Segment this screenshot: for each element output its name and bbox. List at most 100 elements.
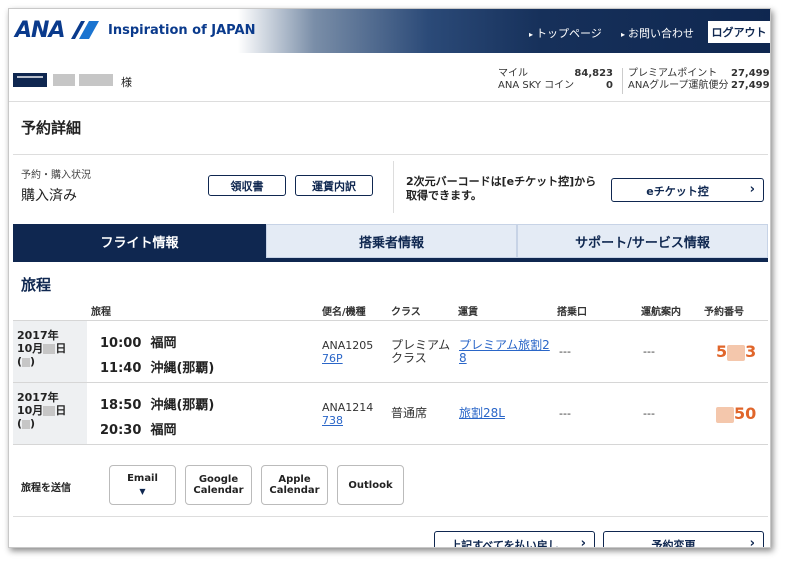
group-points-value: 27,499 [731,80,770,91]
reservation-number-part: 50 [734,404,757,423]
premium-points-label: プレミアムポイント [628,68,718,79]
flight-cell: ANA1214 738 [322,401,373,427]
arrival-airport: 沖縄(那覇) [150,361,215,376]
arrival-airport: 福岡 [150,423,177,438]
tab-flight-info[interactable]: フライト情報 [13,224,266,258]
arrival: 20:30 福岡 [100,419,176,438]
site-header: ANA Inspiration of JAPAN ▸ トップページ ▸ お問い合わせ… [9,9,770,53]
gate-value: --- [559,407,571,420]
class-value: 普通席 [391,406,428,420]
page-title: 予約詳細 [21,119,82,137]
contact-link-label: お問い合わせ [628,27,695,40]
col-header-reservation-number: 予約番号 [704,307,744,318]
flight-number: ANA1205 [322,339,374,352]
email-button-label: Email [127,473,158,484]
date-year: 2017年 [17,391,59,404]
arrow-right-icon: ▸ [621,30,626,39]
date-weekday: () [17,355,36,368]
divider [13,516,768,517]
change-reservation-button[interactable]: 予約変更 › [603,531,764,547]
refund-all-label: 上記すべてを払い戻し [450,539,559,548]
class-line2: クラス [391,351,427,365]
date-year: 2017年 [17,329,59,342]
fare-line2: 8 [459,351,467,365]
redacted-reservation [716,406,734,423]
receipt-button[interactable]: 領収書 [208,175,286,196]
tab-passenger-info[interactable]: 搭乗者情報 [266,224,517,258]
chevron-right-icon: › [749,182,755,197]
premium-points-value: 27,499 [731,68,770,79]
fare-link[interactable]: プレミアム旅割2 8 [459,339,550,365]
contact-link[interactable]: ▸ お問い合わせ [621,25,694,41]
outlook-button-label: Outlook [348,479,393,491]
redacted-day [43,344,56,354]
date-day: 日 [55,342,67,355]
col-header-class: クラス [391,307,421,318]
apple-line1: Apple [278,474,311,485]
miles-label: マイル [498,68,528,79]
google-calendar-button[interactable]: Google Calendar [185,465,252,505]
aircraft-link[interactable]: 76P [322,352,373,365]
aircraft-link[interactable]: 738 [322,414,373,427]
redacted-name [53,74,75,86]
redacted-reservation [727,344,746,361]
date-month: 10月 [17,404,44,417]
redacted-weekday [22,357,31,367]
barcode-note: 2次元バーコードは[eチケット控]から取得できます。 [406,175,597,202]
divider [393,161,394,213]
points-values: 27,499 27,499 [731,68,770,92]
google-line2: Calendar [193,485,244,496]
outlook-button[interactable]: Outlook [337,465,404,505]
miles-value: 84,823 [574,68,613,79]
date-weekday: () [17,417,36,430]
arrow-right-icon: ▸ [529,30,534,39]
departure-airport: 福岡 [150,336,177,351]
col-header-gate: 搭乗口 [557,307,587,318]
detail-tabs: フライト情報 搭乗者情報 サポート/サービス情報 [13,224,768,262]
date-day: 日 [55,404,67,417]
apple-calendar-button[interactable]: Apple Calendar [261,465,328,505]
refund-all-button[interactable]: 上記すべてを払い戻し › [434,531,595,548]
date-month: 10月 [17,342,44,355]
email-button[interactable]: Email ▼ [109,465,176,505]
sky-coin-label: ANA SKY コイン [498,80,575,91]
departure-airport: 沖縄(那覇) [150,398,215,413]
miles-labels: マイル ANA SKY コイン [498,68,574,92]
date-cell: 2017年 10月日 () [13,321,87,382]
col-header-fare: 運賃 [458,307,478,318]
fare-breakdown-button[interactable]: 運賃内訳 [295,175,373,196]
col-header-flight: 便名/機種 [322,307,366,318]
date-month-day: 10月日 [17,404,66,417]
flight-status-value: --- [643,407,655,420]
arrival: 11:40 沖縄(那覇) [100,357,214,376]
arrival-time: 20:30 [100,423,142,438]
tab-support-info[interactable]: サポート/サービス情報 [517,224,768,258]
miles-values: 84,823 0 [569,68,613,92]
group-points-label: ANAグループ運航便分 [628,80,729,91]
table-row: 2017年 10月日 () 10:00 福岡 11:40 沖縄(那覇) ANA1… [13,320,768,382]
apple-line2: Calendar [269,485,320,496]
class-cell: プレミアム クラス [391,339,450,365]
eticket-button[interactable]: eチケット控 › [611,178,764,202]
flight-status-value: --- [643,345,655,358]
table-row: 2017年 10月日 () 18:50 沖縄(那覇) 20:30 福岡 ANA1… [13,382,768,444]
site-tagline: Inspiration of JAPAN [108,23,256,38]
booking-status-value: 購入済み [21,188,77,204]
ana-logo[interactable]: ANA [15,18,65,43]
departure: 18:50 沖縄(那覇) [100,394,214,413]
google-line1: Google [198,474,239,485]
app-window: ANA Inspiration of JAPAN ▸ トップページ ▸ お問い合わせ… [8,8,771,548]
divider [13,444,768,445]
logout-button[interactable]: ログアウト [708,21,770,43]
chevron-right-icon: › [580,536,586,548]
caret-down-icon: ▼ [139,487,146,496]
send-itinerary-label: 旅程を送信 [21,483,71,494]
redacted-weekday [22,419,31,429]
top-page-link[interactable]: ▸ トップページ [529,25,602,41]
fare-link[interactable]: 旅割28L [459,407,505,420]
redacted-day [43,406,56,416]
flight-cell: ANA1205 76P [322,339,373,365]
reservation-number: 50 [716,404,756,423]
itinerary-title: 旅程 [21,276,52,294]
redacted-name [79,74,113,86]
